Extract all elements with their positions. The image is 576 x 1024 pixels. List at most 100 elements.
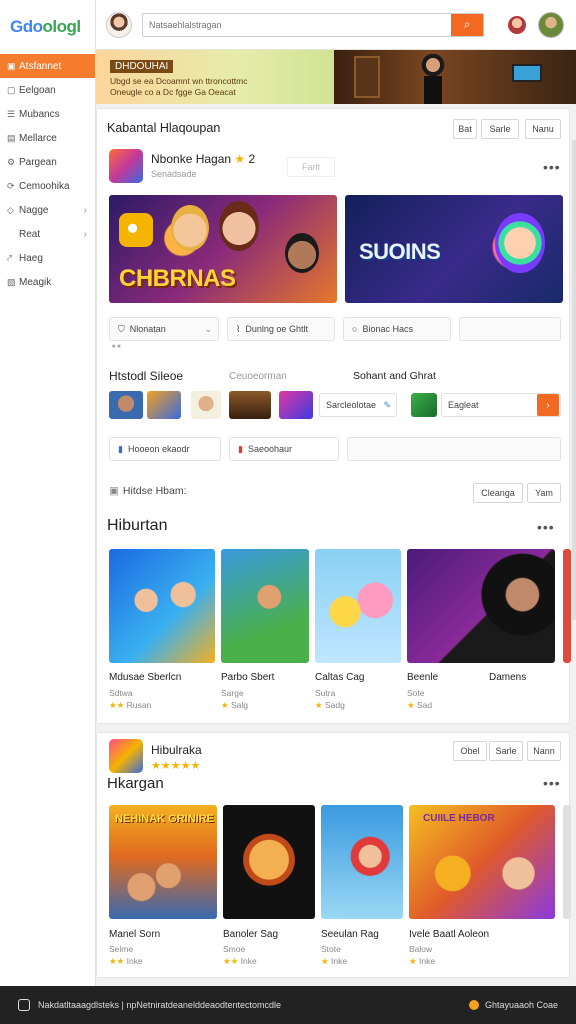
scrollbar[interactable] bbox=[572, 140, 576, 620]
app-action-button[interactable]: Farlt bbox=[287, 157, 335, 177]
game2-name-4[interactable]: Ivele Baatl Aoleon bbox=[409, 929, 489, 940]
game2-image-4-text: CUIILE HEBOR bbox=[423, 813, 495, 824]
subheader-button-1[interactable]: Cleanga bbox=[473, 483, 523, 503]
promo-banner[interactable]: DHDOUHAI Ubgd se ea Dcoamnt wn ttroncott… bbox=[96, 50, 576, 104]
game-card-image-2[interactable] bbox=[221, 549, 309, 663]
gear-icon: ⚙ bbox=[7, 156, 16, 167]
section-right-label: Sohant and Ghrat bbox=[353, 370, 436, 382]
hero-title-1: CHBRNAS bbox=[119, 265, 236, 292]
image-icon: ▧ bbox=[7, 276, 16, 287]
go-button[interactable]: › bbox=[537, 394, 559, 416]
main-area: ⌕ DHDOUHAI Ubgd se ea Dcoamnt wn ttronco… bbox=[96, 0, 576, 986]
footer-bar: Nakdatltaaagdlsteks | npNetniratdeaneldd… bbox=[0, 986, 576, 1024]
filter-chip-4[interactable] bbox=[459, 317, 561, 341]
game-card-image-3[interactable] bbox=[315, 549, 401, 663]
footer-right[interactable]: Ghtayuaaoh Coae bbox=[468, 1000, 558, 1010]
sidebar-item-10[interactable]: ▧ Meagik bbox=[0, 270, 95, 294]
more-options-icon[interactable]: ••• bbox=[543, 159, 561, 175]
game-card-image-5[interactable] bbox=[563, 549, 571, 663]
hero-title-2: SUOINS bbox=[359, 239, 441, 264]
card2-more-icon[interactable]: ••• bbox=[543, 775, 561, 791]
filter-chip-3[interactable]: ○ Bionac Hacs bbox=[343, 317, 451, 341]
star-icon: ★ bbox=[234, 152, 246, 166]
sidebar-item-3[interactable]: ☰ Mubancs bbox=[0, 102, 95, 126]
app-subtitle: Senadsade bbox=[151, 169, 197, 179]
subheader-button-2[interactable]: Yam bbox=[527, 483, 561, 503]
game2-name-2[interactable]: Banoler Sag bbox=[223, 929, 278, 940]
card2-button-3[interactable]: Nann bbox=[527, 741, 561, 761]
card-button-3[interactable]: Nanu bbox=[525, 119, 561, 139]
thumb-4[interactable] bbox=[229, 391, 271, 419]
game2-image-2[interactable] bbox=[223, 805, 315, 919]
game-name-5[interactable]: Damens bbox=[489, 672, 526, 683]
card-button-1[interactable]: Bat bbox=[453, 119, 477, 139]
game2-name-3[interactable]: Seeulan Rag bbox=[321, 929, 379, 940]
field-label-2: Eagleat bbox=[448, 400, 479, 410]
user-avatar[interactable] bbox=[106, 11, 132, 38]
filter-chip-1[interactable]: ⛉ Nlonatan ⌄ bbox=[109, 317, 219, 341]
instagram-icon[interactable] bbox=[18, 999, 30, 1011]
game-card-image-1[interactable] bbox=[109, 549, 215, 663]
sidebar-item-label: Mubancs bbox=[19, 108, 60, 120]
profile-avatar[interactable] bbox=[538, 11, 564, 38]
hero-character-2 bbox=[219, 201, 259, 251]
top-bar: ⌕ bbox=[96, 0, 576, 50]
search-button[interactable]: ⌕ bbox=[451, 13, 483, 36]
circle-icon: ○ bbox=[352, 324, 358, 334]
banner-text-area: DHDOUHAI Ubgd se ea Dcoamnt wn ttroncott… bbox=[96, 50, 334, 104]
sidebar-item-6[interactable]: ⟳ Cemoohika bbox=[0, 174, 95, 198]
game-name-4[interactable]: Beenle bbox=[407, 672, 438, 683]
games-section-title: Hiburtan bbox=[107, 517, 168, 534]
sidebar-item-1[interactable]: ▣ Atsfannet bbox=[0, 54, 95, 78]
card2-button-1[interactable]: Obel bbox=[453, 741, 487, 761]
sidebar-item-9[interactable]: ⤤ Haeg bbox=[0, 246, 95, 270]
game2-meta-3: Stote ★ Inke bbox=[321, 944, 348, 966]
thumb-1[interactable] bbox=[109, 391, 143, 419]
hero-mascot bbox=[119, 213, 153, 247]
chip-label-2: Dunlng oe Ghtlt bbox=[245, 324, 308, 334]
card-button-2[interactable]: Sarle bbox=[481, 119, 519, 139]
tag-label-1: Hooeon ekaodr bbox=[127, 444, 190, 454]
games-more-icon[interactable]: ••• bbox=[537, 519, 555, 535]
thumb-5[interactable] bbox=[279, 391, 313, 419]
tag-chip-2[interactable]: ▮ Saeoohaur bbox=[229, 437, 339, 461]
game-name-2[interactable]: Parbo Sbert bbox=[221, 672, 274, 683]
sidebar-item-8[interactable]: Reat › bbox=[0, 222, 95, 246]
second-card: Hibulraka ★★★★★ Hkargan Obel Sarle Nann … bbox=[96, 732, 571, 978]
game2-image-1[interactable]: NEHINAK GRINIRE bbox=[109, 805, 217, 919]
notification-avatar-icon[interactable] bbox=[508, 15, 526, 34]
section-mid-label: Ceuoeorman bbox=[229, 371, 287, 382]
game2-image-5[interactable] bbox=[563, 805, 571, 919]
section-title: Htstodl Sileoe bbox=[109, 369, 184, 383]
sidebar-item-2[interactable]: ▢ Eelgoan bbox=[0, 78, 95, 102]
filter-chip-2[interactable]: ⌇ Dunlng oe Ghtlt bbox=[227, 317, 335, 341]
share-icon: ⟳ bbox=[7, 180, 15, 191]
thumb-3[interactable] bbox=[191, 391, 221, 419]
thumb-2[interactable] bbox=[147, 391, 181, 419]
search-input[interactable] bbox=[143, 13, 451, 36]
game-name-1[interactable]: Mdusae Sberlcn bbox=[109, 672, 181, 683]
sidebar-item-label: Atsfannet bbox=[19, 60, 62, 72]
sidebar-item-label: Nagge bbox=[19, 204, 49, 216]
subheader-row: ▣ Hitdse Hbam: bbox=[109, 485, 187, 497]
game-name-3[interactable]: Caltas Cag bbox=[315, 672, 364, 683]
tag-chip-1[interactable]: ▮ Hooeon ekaodr bbox=[109, 437, 221, 461]
sidebar-item-5[interactable]: ⚙ Pargean bbox=[0, 150, 95, 174]
game2-name-1[interactable]: Manel Sorn bbox=[109, 929, 160, 940]
sidebar-item-4[interactable]: ▤ Mellarce bbox=[0, 126, 95, 150]
chevron-down-icon: ⌄ bbox=[204, 323, 212, 334]
app-logo[interactable]: Gdo ologl bbox=[0, 0, 95, 54]
thumb-6[interactable] bbox=[411, 393, 437, 417]
sidebar-item-7[interactable]: ◇ Nagge › bbox=[0, 198, 95, 222]
game2-image-4[interactable]: CUIILE HEBOR bbox=[409, 805, 555, 919]
game2-meta-2: Smoe ★★ Inke bbox=[223, 944, 257, 966]
game2-image-3[interactable] bbox=[321, 805, 403, 919]
search-field-1[interactable]: Sarcleolotae ✎ bbox=[319, 393, 397, 417]
app-icon-2[interactable] bbox=[109, 739, 143, 773]
app-icon[interactable] bbox=[109, 149, 143, 183]
card2-button-2[interactable]: Sarle bbox=[489, 741, 523, 761]
tag-chip-3[interactable] bbox=[347, 437, 561, 461]
hero-banner-2[interactable]: SUOINS bbox=[345, 195, 563, 303]
game-card-image-4[interactable] bbox=[407, 549, 555, 663]
hero-banner-1[interactable]: CHBRNAS bbox=[109, 195, 337, 303]
